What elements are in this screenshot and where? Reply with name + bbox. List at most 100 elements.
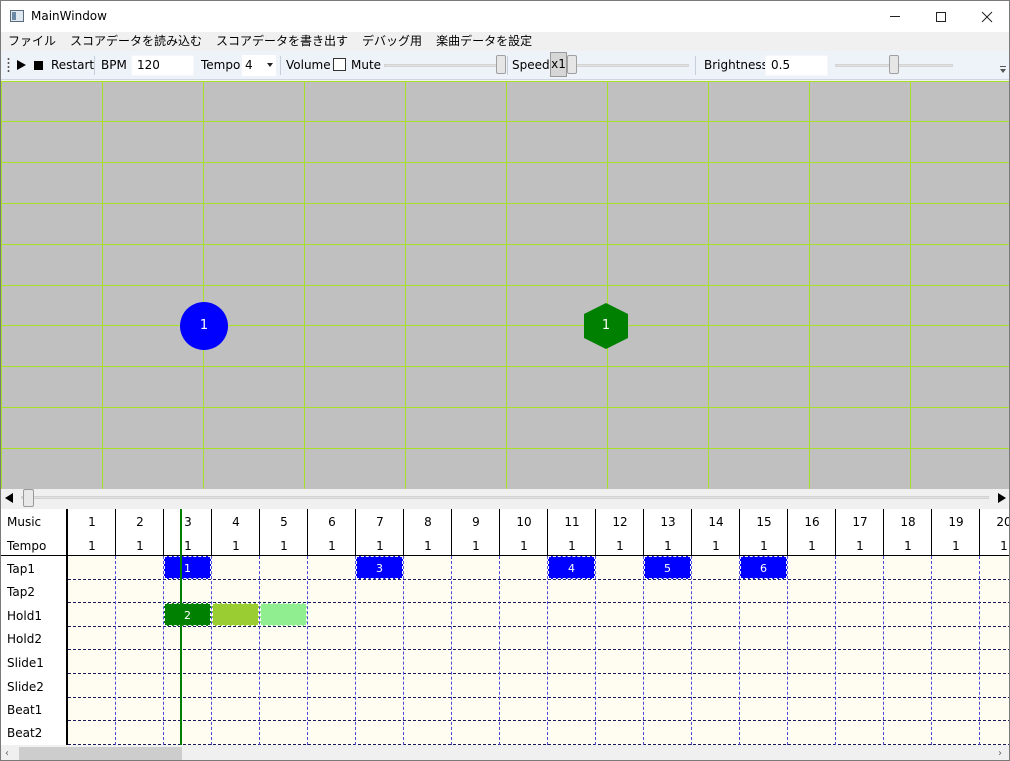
scroll-right-icon[interactable]: › <box>998 749 1002 759</box>
column-divider <box>307 556 308 745</box>
main-window: MainWindow ファイル スコアデータを読み込む スコアデータを書き出す … <box>0 0 1010 761</box>
toolbar-separator <box>94 56 95 75</box>
measure-number: 8 <box>424 515 432 529</box>
measure-number: 13 <box>660 515 676 529</box>
maximize-button[interactable] <box>918 1 964 32</box>
toolbar: Restart BPM 120 Tempo 4 Volume Mute Spee… <box>1 51 1009 80</box>
play-icon[interactable] <box>17 60 26 70</box>
score-note[interactable] <box>212 603 259 627</box>
toolbar-overflow-icon[interactable] <box>1000 66 1006 73</box>
grid-line <box>1 203 1009 204</box>
toolbar-grip[interactable] <box>7 57 10 73</box>
speed-slider-track[interactable] <box>567 64 689 67</box>
mute-checkbox[interactable] <box>333 58 346 71</box>
menu-file[interactable]: ファイル <box>1 32 63 51</box>
lane-row[interactable] <box>68 674 1009 697</box>
measure-number: 2 <box>136 515 144 529</box>
stop-icon[interactable] <box>34 61 43 70</box>
measure-number: 3 <box>184 515 192 529</box>
column-divider <box>403 556 404 745</box>
volume-slider-thumb[interactable] <box>496 55 506 74</box>
column-divider <box>499 556 500 745</box>
speed-slider-thumb[interactable] <box>567 55 577 74</box>
menu-debug[interactable]: デバッグ用 <box>355 32 429 51</box>
minimize-button[interactable] <box>872 1 918 32</box>
tempo-value: 1 <box>520 539 528 553</box>
close-button[interactable] <box>964 1 1009 32</box>
seek-thumb[interactable] <box>23 489 34 507</box>
column-divider <box>259 556 260 745</box>
column-divider <box>739 556 740 745</box>
lane-row[interactable] <box>68 579 1009 603</box>
brightness-slider-thumb[interactable] <box>889 55 899 74</box>
grid-line <box>1 407 1009 408</box>
toolbar-separator <box>280 56 281 75</box>
score-note[interactable]: 6 <box>740 556 787 579</box>
minimize-icon <box>890 16 900 17</box>
score-note[interactable]: 1 <box>164 556 211 579</box>
tap-note-circle: 1 <box>180 302 228 350</box>
tempo-label: Tempo <box>201 58 241 72</box>
seek-left-arrow-icon[interactable] <box>5 493 13 503</box>
tempo-value: 1 <box>664 539 672 553</box>
column-divider <box>835 556 836 745</box>
lane-row[interactable] <box>68 721 1009 745</box>
brightness-input[interactable]: 0.5 <box>765 55 828 76</box>
column-divider <box>691 556 692 745</box>
lane-label-tap2: Tap2 <box>7 585 35 599</box>
window-title: MainWindow <box>31 9 107 23</box>
column-divider <box>883 556 884 745</box>
measure-number: 16 <box>804 515 820 529</box>
column-divider <box>211 556 212 745</box>
measure-number: 11 <box>564 515 580 529</box>
score-note[interactable]: 4 <box>548 556 595 579</box>
scroll-thumb[interactable] <box>19 747 182 760</box>
tempo-value: 1 <box>184 539 192 553</box>
chevron-down-icon <box>267 63 273 67</box>
game-canvas[interactable]: 1 1 <box>1 81 1009 489</box>
seek-track[interactable] <box>21 496 989 499</box>
lane-label-tap1: Tap1 <box>7 562 35 576</box>
restart-button[interactable]: Restart <box>51 51 94 80</box>
hexagon-note-label: 1 <box>601 318 611 333</box>
measure-number: 20 <box>996 515 1009 529</box>
column-divider <box>643 556 644 745</box>
score-note[interactable] <box>260 603 307 627</box>
menu-song-settings[interactable]: 楽曲データを設定 <box>429 32 539 51</box>
menu-export-score[interactable]: スコアデータを書き出す <box>209 32 355 51</box>
column-divider <box>547 556 548 745</box>
score-note[interactable]: 3 <box>356 556 403 579</box>
tempo-value: 1 <box>376 539 384 553</box>
timeline-scrollbar[interactable]: ‹ › <box>1 745 1009 760</box>
brightness-label: Brightness <box>704 58 768 72</box>
tempo-combo-value: 4 <box>245 58 253 72</box>
tempo-value: 1 <box>616 539 624 553</box>
menu-load-score[interactable]: スコアデータを読み込む <box>63 32 209 51</box>
menu-bar: ファイル スコアデータを読み込む スコアデータを書き出す デバッグ用 楽曲データ… <box>1 32 1009 51</box>
lane-label-beat2: Beat2 <box>7 726 43 740</box>
lane-row[interactable] <box>68 626 1009 650</box>
grid-line <box>1 162 1009 163</box>
grid-line <box>1 366 1009 367</box>
score-note[interactable]: 2 <box>164 603 211 627</box>
volume-slider-track[interactable] <box>384 64 506 67</box>
speed-value-badge: x1 <box>550 52 567 77</box>
hold-note-hexagon: 1 <box>582 302 630 350</box>
seek-right-arrow-icon[interactable] <box>998 493 1006 503</box>
tempo-value: 1 <box>760 539 768 553</box>
bpm-input[interactable]: 120 <box>131 55 194 76</box>
lane-row[interactable] <box>68 697 1009 721</box>
scroll-left-icon[interactable]: ‹ <box>5 749 9 759</box>
title-bar: MainWindow <box>1 1 1009 32</box>
lane-label-slide2: Slide2 <box>7 680 44 694</box>
lane-label-hold1: Hold1 <box>7 609 42 623</box>
lane-row[interactable] <box>68 650 1009 674</box>
tempo-combo[interactable]: 4 <box>242 55 276 76</box>
tempo-value: 1 <box>856 539 864 553</box>
column-divider <box>163 556 164 745</box>
speed-label: Speed <box>512 58 550 72</box>
score-timeline[interactable]: Music Tempo Tap1 Tap2 Hold1 Hold2 Slide1… <box>1 509 1009 745</box>
lane-label-slide1: Slide1 <box>7 656 44 670</box>
tempo-value: 1 <box>1000 539 1008 553</box>
score-note[interactable]: 5 <box>644 556 691 579</box>
